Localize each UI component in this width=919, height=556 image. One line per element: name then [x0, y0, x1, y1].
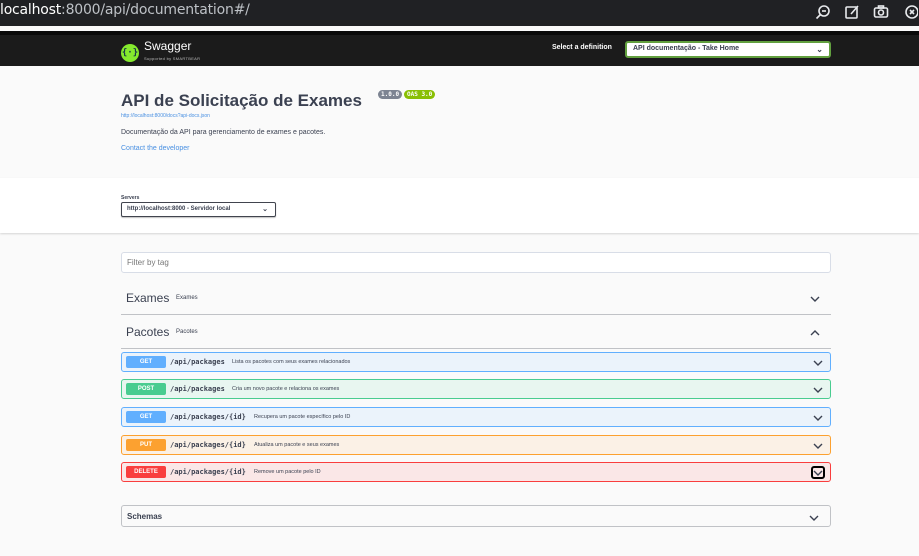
chevron-down-icon[interactable]	[811, 383, 825, 396]
filter-input[interactable]: Filter by tag	[121, 252, 831, 273]
definition-selected-value: API documentação - Take Home	[633, 45, 740, 52]
tag-pacotes[interactable]: Pacotes Pacotes	[121, 316, 831, 349]
chevron-down-icon[interactable]	[811, 439, 825, 452]
operation-summary: Remove um pacote pelo ID	[254, 469, 321, 475]
method-badge: GET	[126, 411, 166, 423]
chevron-up-icon[interactable]	[809, 325, 821, 343]
method-badge: DELETE	[126, 466, 166, 478]
chevron-down-icon[interactable]	[808, 510, 820, 528]
operation-path: /api/packages/{id}	[170, 468, 246, 476]
definition-select[interactable]: API documentação - Take Home ⌄	[625, 41, 831, 58]
page-title: API de Solicitação de Exames	[121, 91, 362, 110]
method-badge: POST	[126, 383, 166, 395]
tag-description: Exames	[176, 295, 198, 301]
url-path: :8000/api/documentation#/	[61, 2, 250, 18]
chevron-down-icon[interactable]	[809, 291, 821, 309]
operation-get-packages[interactable]: GET /api/packages Lista os pacotes com s…	[121, 352, 831, 372]
chevron-down-icon[interactable]	[811, 466, 825, 479]
operation-summary: Lista os pacotes com seus exames relacio…	[232, 359, 351, 365]
swagger-logo-icon: {·}	[121, 43, 139, 62]
schemas-section[interactable]: Schemas	[121, 505, 831, 527]
operation-summary: Cria um novo pacote e relaciona os exame…	[232, 386, 340, 392]
zoom-icon[interactable]	[814, 3, 832, 21]
operation-path: /api/packages/{id}	[170, 441, 246, 449]
server-select[interactable]: http://localhost:8000 - Servidor local ⌄	[121, 202, 276, 217]
contact-link[interactable]: Contact the developer	[121, 145, 190, 152]
api-description: Documentação da API para gerenciamento d…	[121, 129, 326, 136]
api-info: API de Solicitação de Exames 1.0.0 OAS 3…	[0, 66, 919, 178]
chevron-down-icon: ⌄	[262, 206, 268, 213]
operation-summary: Atualiza um pacote e seus exames	[254, 442, 340, 448]
filter-placeholder: Filter by tag	[127, 258, 169, 267]
operation-delete-package[interactable]: DELETE /api/packages/{id} Remove um paco…	[121, 462, 831, 482]
operation-path: /api/packages	[170, 358, 225, 366]
servers-label: Servers	[121, 195, 140, 201]
servers-section: Servers http://localhost:8000 - Servidor…	[0, 178, 919, 233]
edit-icon[interactable]	[843, 3, 861, 21]
url-host: localhost	[0, 2, 62, 18]
operation-summary: Recupera um pacote específico pelo ID	[254, 414, 351, 420]
swagger-logo[interactable]: {·} Swagger Supported by SMARTBEAR	[121, 40, 200, 65]
operation-post-packages[interactable]: POST /api/packages Cria um novo pacote e…	[121, 379, 831, 399]
spec-url-link[interactable]: http://localhost:8000/docs?api-docs.json	[121, 113, 210, 119]
url-field[interactable]: localhost:8000/api/documentation#/	[0, 2, 250, 18]
operation-put-package[interactable]: PUT /api/packages/{id} Atualiza um pacot…	[121, 435, 831, 455]
chevron-down-icon[interactable]	[811, 356, 825, 369]
camera-icon[interactable]	[872, 3, 890, 21]
tag-exames[interactable]: Exames Exames	[121, 282, 831, 315]
close-circle-icon[interactable]	[901, 3, 919, 21]
operation-path: /api/packages	[170, 385, 225, 393]
method-badge: GET	[126, 356, 166, 368]
tag-name: Pacotes	[126, 325, 170, 339]
chevron-down-icon[interactable]	[811, 411, 825, 424]
server-selected-value: http://localhost:8000 - Servidor local	[127, 206, 231, 212]
tag-description: Pacotes	[176, 329, 198, 335]
swagger-logo-text: Swagger Supported by SMARTBEAR	[144, 40, 200, 65]
oas-badge: OAS 3.0	[404, 90, 436, 99]
version-badge: 1.0.0	[378, 90, 403, 99]
method-badge: PUT	[126, 439, 166, 451]
swagger-topbar: {·} Swagger Supported by SMARTBEAR Selec…	[0, 31, 919, 66]
operation-get-package-by-id[interactable]: GET /api/packages/{id} Recupera um pacot…	[121, 407, 831, 427]
browser-toolbar-icons	[814, 3, 919, 21]
chevron-down-icon: ⌄	[816, 45, 823, 54]
logo-text-label: Swagger	[144, 39, 192, 53]
definition-label: Select a definition	[552, 44, 612, 51]
browser-address-bar: localhost:8000/api/documentation#/	[0, 0, 919, 26]
operation-path: /api/packages/{id}	[170, 413, 246, 421]
schemas-label: Schemas	[127, 512, 163, 521]
tag-name: Exames	[126, 291, 170, 305]
logo-subtitle: Supported by SMARTBEAR	[144, 56, 201, 61]
